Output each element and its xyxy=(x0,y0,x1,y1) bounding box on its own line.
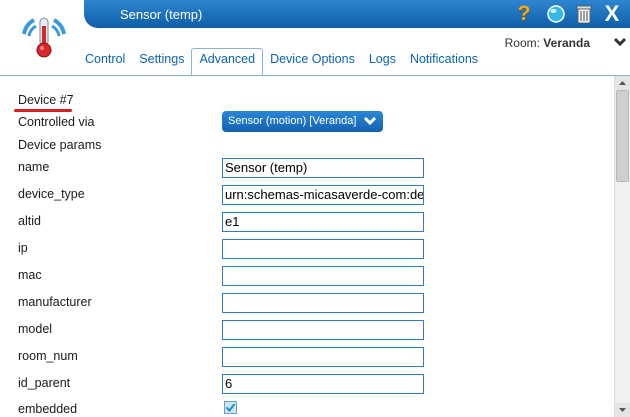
tab-settings[interactable]: Settings xyxy=(132,49,191,76)
param-input-altid[interactable]: e1 xyxy=(222,212,424,232)
arrow-down-icon xyxy=(619,408,626,412)
header: Sensor (temp) ? X Room: Veranda Control … xyxy=(0,0,630,76)
embedded-label: embedded xyxy=(18,402,78,416)
param-input-ip[interactable] xyxy=(222,239,424,259)
close-icon[interactable]: X xyxy=(601,3,623,25)
param-label-room-num: room_num xyxy=(18,349,78,363)
scrollbar-thumb[interactable] xyxy=(616,90,629,182)
param-input-id-parent[interactable]: 6 xyxy=(222,374,424,394)
room-name: Veranda xyxy=(543,36,590,50)
trash-can-icon[interactable] xyxy=(573,3,595,25)
param-label-altid: altid xyxy=(18,214,41,228)
device-heading: Device #7 xyxy=(18,93,74,107)
room-prefix: Room: xyxy=(504,36,540,50)
param-label-device-type: device_type xyxy=(18,187,85,201)
chevron-down-icon xyxy=(363,116,377,126)
window-title: Sensor (temp) xyxy=(120,7,203,22)
scroll-down-button[interactable] xyxy=(615,403,630,417)
param-input-manufacturer[interactable] xyxy=(222,293,424,313)
scroll-up-button[interactable] xyxy=(615,76,630,90)
param-label-id-parent: id_parent xyxy=(18,376,71,390)
param-input-room-num[interactable] xyxy=(222,347,424,367)
embedded-checkbox[interactable] xyxy=(224,401,237,414)
param-label-mac: mac xyxy=(18,268,42,282)
param-label-manufacturer: manufacturer xyxy=(18,295,92,309)
controlled-via-label: Controlled via xyxy=(18,115,95,129)
tab-control[interactable]: Control xyxy=(78,49,132,76)
chevron-down-icon[interactable] xyxy=(614,37,626,47)
title-bar: Sensor (temp) ? X xyxy=(84,0,630,28)
controlled-via-value: Sensor (motion) [Veranda] xyxy=(228,115,357,127)
param-label-ip: ip xyxy=(18,241,28,255)
device-params-label: Device params xyxy=(18,138,102,152)
controlled-via-select[interactable]: Sensor (motion) [Veranda] xyxy=(222,111,383,132)
vertical-scrollbar[interactable] xyxy=(614,76,630,417)
tab-advanced[interactable]: Advanced xyxy=(191,48,264,76)
tab-notifications[interactable]: Notifications xyxy=(403,49,485,76)
room-indicator: Room: Veranda xyxy=(505,36,590,50)
heading-underline xyxy=(14,109,72,112)
tab-logs[interactable]: Logs xyxy=(362,49,403,76)
temperature-sensor-logo-icon xyxy=(22,17,66,58)
blue-ball-icon[interactable] xyxy=(545,3,567,25)
param-label-model: model xyxy=(18,322,53,336)
param-input-mac[interactable] xyxy=(222,266,424,286)
advanced-panel: Device #7 Controlled via Sensor (motion)… xyxy=(0,76,614,417)
param-label-name: name xyxy=(18,160,50,174)
arrow-up-icon xyxy=(619,81,626,85)
tab-device-options[interactable]: Device Options xyxy=(263,49,362,76)
checkmark-icon xyxy=(225,403,236,413)
tab-bar: Control Settings Advanced Device Options… xyxy=(78,48,485,76)
param-input-device-type[interactable]: urn:schemas-micasaverde-com:de xyxy=(222,185,424,205)
param-input-name[interactable]: Sensor (temp) xyxy=(222,158,424,178)
help-icon[interactable]: ? xyxy=(513,3,535,25)
param-input-model[interactable] xyxy=(222,320,424,340)
